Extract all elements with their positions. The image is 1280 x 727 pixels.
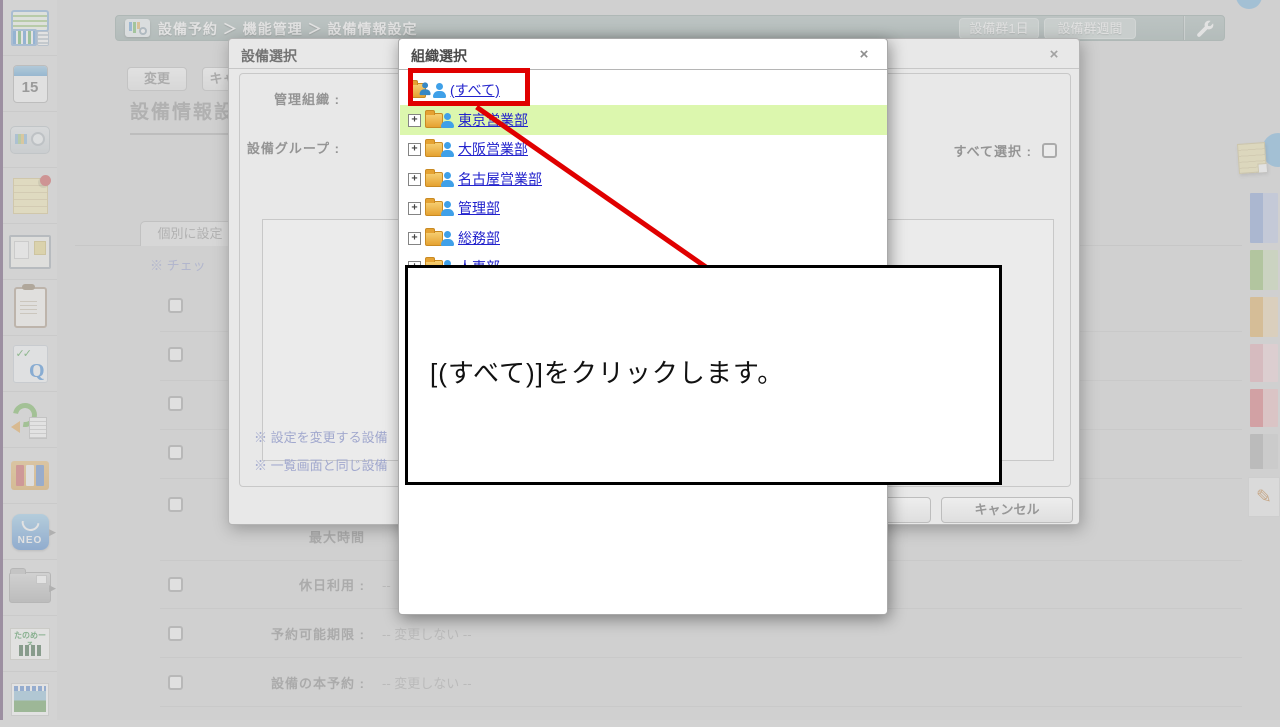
person-icon <box>441 113 454 128</box>
org-tree-item[interactable]: + 大阪営業部 <box>400 134 887 164</box>
person-icon <box>441 142 454 157</box>
tutorial-callout: [(すべて)]をクリックします。 <box>405 265 1002 485</box>
expand-icon[interactable]: + <box>408 114 421 127</box>
org-tree-item[interactable]: + 管理部 <box>400 193 887 223</box>
org-link[interactable]: 大阪営業部 <box>458 140 528 158</box>
org-tree-item[interactable]: + 東京営業部 <box>400 105 887 135</box>
expand-icon[interactable]: + <box>408 202 421 215</box>
highlight-rectangle <box>408 68 530 106</box>
org-link[interactable]: 総務部 <box>458 229 500 247</box>
expand-icon[interactable]: + <box>408 232 421 245</box>
expand-icon[interactable]: + <box>408 173 421 186</box>
person-icon <box>441 231 454 246</box>
person-icon <box>441 201 454 216</box>
dialog-title: 組織選択 <box>411 47 467 65</box>
close-icon[interactable]: × <box>855 46 873 64</box>
person-icon <box>441 172 454 187</box>
expand-icon[interactable]: + <box>408 143 421 156</box>
org-link[interactable]: 管理部 <box>458 199 500 217</box>
org-link[interactable]: 名古屋営業部 <box>458 170 542 188</box>
org-tree-item[interactable]: + 総務部 <box>400 223 887 253</box>
callout-text: [(すべて)]をクリックします。 <box>430 356 784 390</box>
org-tree-item[interactable]: + 名古屋営業部 <box>400 164 887 194</box>
